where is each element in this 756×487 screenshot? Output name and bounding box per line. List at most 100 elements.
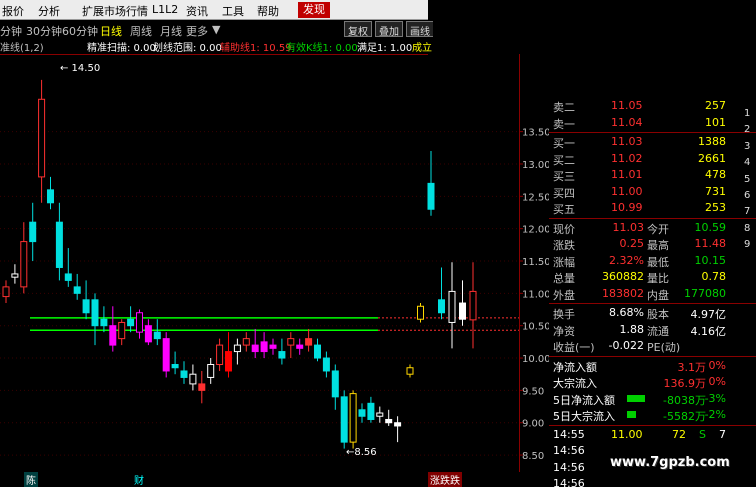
candle (20, 222, 28, 294)
menu-extended-market[interactable]: 扩展市场行情 (82, 3, 148, 19)
quote-stat-row[interactable]: 总量 360882 量比 0.78 (549, 269, 756, 285)
adjust-button[interactable]: 复权 (344, 21, 372, 38)
quote-stat-row[interactable]: 外盘 183802 内盘 177080 (549, 286, 756, 302)
price-tick-label: 8.50 (522, 451, 544, 462)
fund-flow-row[interactable]: 净流入额 3.1万 0% (549, 358, 756, 374)
bottom-tag-2[interactable]: 财 (134, 472, 144, 487)
candle-body (242, 338, 250, 346)
flow-pct: -3% (704, 391, 726, 405)
stat-value: 11.03 (612, 220, 645, 234)
right-edge-number[interactable]: 3 (744, 141, 750, 152)
right-edge-number[interactable]: 8 (744, 223, 750, 234)
indicator-bar: 准线(1,2) 精准扫描: 0.00 划线范围: 0.00 辅助线1: 10.5… (0, 38, 432, 54)
indicator-name[interactable]: 准线(1,2) (0, 39, 44, 54)
sell-volume: 257 (705, 99, 726, 112)
candle (314, 338, 321, 362)
bottom-tag-3[interactable]: 涨跌跌 (428, 472, 462, 487)
candle (417, 303, 424, 323)
menu-bar: 报价 分析 扩展市场行情 L1L2 资讯 工具 帮助 发现 (0, 0, 428, 20)
candle-body (73, 286, 81, 294)
candle-body (55, 221, 63, 268)
flow-label: 5日净流入额 (553, 393, 615, 407)
menu-quote[interactable]: 报价 (2, 3, 24, 19)
period-weekly[interactable]: 周线 (130, 23, 152, 39)
candle-body (216, 344, 224, 365)
menu-news[interactable]: 资讯 (186, 3, 208, 19)
candle (251, 328, 259, 359)
flow-pct: 0% (708, 358, 726, 372)
price-tick-label: 11.00 (522, 289, 549, 300)
quote-stat-row[interactable]: 现价 11.03 今开 10.59 (549, 220, 756, 236)
right-edge-number[interactable]: 4 (744, 157, 750, 168)
candle-body (358, 409, 366, 417)
candle-body (278, 351, 286, 359)
tick-volume: 72 (672, 427, 686, 441)
period-30min[interactable]: 30分钟 (26, 23, 62, 39)
sell-price: 11.05 (611, 99, 643, 112)
candle (162, 332, 170, 378)
candlestick-chart[interactable]: ← 14.50 ←8.56 (0, 54, 520, 472)
candle (358, 403, 366, 423)
candle (82, 280, 90, 320)
stat-label: 现价 (553, 222, 575, 236)
stat-value: 0.78 (701, 270, 727, 283)
candle (216, 338, 224, 371)
right-edge-number[interactable]: 6 (744, 190, 750, 201)
buy-level[interactable]: 买五 10.99 253 (549, 200, 756, 216)
candle-body (394, 422, 402, 427)
buy-level[interactable]: 买四 11.00 731 (549, 184, 756, 200)
bottom-tag-1[interactable]: 陈 (24, 472, 38, 487)
buy-level[interactable]: 买一 11.03 1388 (549, 134, 756, 150)
menu-analysis[interactable]: 分析 (38, 3, 60, 19)
period-more[interactable]: 更多 (186, 23, 208, 39)
stat-label: 流通 (647, 324, 669, 338)
menu-discover[interactable]: 发现 (298, 2, 330, 18)
flow-value: 136.9万 (663, 377, 707, 390)
menu-tools[interactable]: 工具 (222, 3, 244, 19)
tick-row[interactable]: 14:56 (549, 476, 756, 487)
right-edge-number[interactable]: 9 (744, 239, 750, 250)
candle (38, 79, 46, 203)
draw-line-button[interactable]: 画线 (406, 21, 433, 38)
chevron-down-icon[interactable]: ▼ (212, 23, 220, 36)
quote-stat-row[interactable]: 涨跌 0.25 最高 11.48 (549, 236, 756, 252)
flow-pct: -2% (704, 408, 726, 421)
buy-level[interactable]: 买三 11.01 478 (549, 167, 756, 183)
period-daily[interactable]: 日线 (100, 23, 122, 39)
sell-level[interactable]: 卖二 11.05 257 (549, 98, 756, 114)
candle (242, 332, 250, 352)
quote-stat-row[interactable]: 净资 1.88 流通 4.16亿 (549, 322, 756, 338)
overlay-button[interactable]: 叠加 (375, 21, 403, 38)
stat-value: 360882 (602, 270, 644, 283)
stat-value: 11.48 (694, 237, 727, 250)
right-edge-number[interactable]: 7 (744, 206, 750, 217)
stat-label: 股本 (647, 308, 669, 321)
fund-flow-row[interactable]: 5日净流入额 -8038万 -3% (549, 391, 756, 407)
stat-value: 177080 (684, 286, 726, 300)
flow-pct: 0% (708, 375, 726, 388)
right-edge-number[interactable]: 2 (744, 124, 750, 135)
tick-row[interactable]: 14:55 11.00 72 S 7 (549, 427, 756, 443)
menu-l1l2[interactable]: L1L2 (152, 3, 178, 16)
tick-count: 7 (719, 427, 726, 441)
flow-bar (627, 411, 636, 418)
buy-level[interactable]: 买二 11.02 2661 (549, 151, 756, 167)
right-edge-number[interactable]: 5 (744, 174, 750, 185)
quote-stat-row[interactable]: 收益(一) -0.022 PE(动) (549, 338, 756, 354)
quote-stat-row[interactable]: 涨幅 2.32% 最低 10.15 (549, 253, 756, 269)
period-minute[interactable]: 分钟 (0, 23, 22, 39)
candle (469, 262, 477, 349)
right-edge-number[interactable]: 1 (744, 108, 750, 119)
fund-flow-row[interactable]: 大宗流入 136.9万 0% (549, 374, 756, 390)
low-label: ←8.56 (346, 447, 377, 458)
period-monthly[interactable]: 月线 (160, 23, 182, 39)
period-60min[interactable]: 60分钟 (62, 23, 98, 39)
candle (260, 332, 268, 359)
high-label: ← 14.50 (60, 63, 100, 74)
menu-help[interactable]: 帮助 (257, 3, 279, 19)
quote-stat-row[interactable]: 换手 8.68% 股本 4.97亿 (549, 305, 756, 321)
flow-value: 3.1万 (677, 360, 707, 374)
sell-level[interactable]: 卖一 11.04 101 (549, 115, 756, 131)
price-tick-label: 13.50 (522, 128, 549, 139)
fund-flow-row[interactable]: 5日大宗流入 -5582万 -2% (549, 407, 756, 423)
